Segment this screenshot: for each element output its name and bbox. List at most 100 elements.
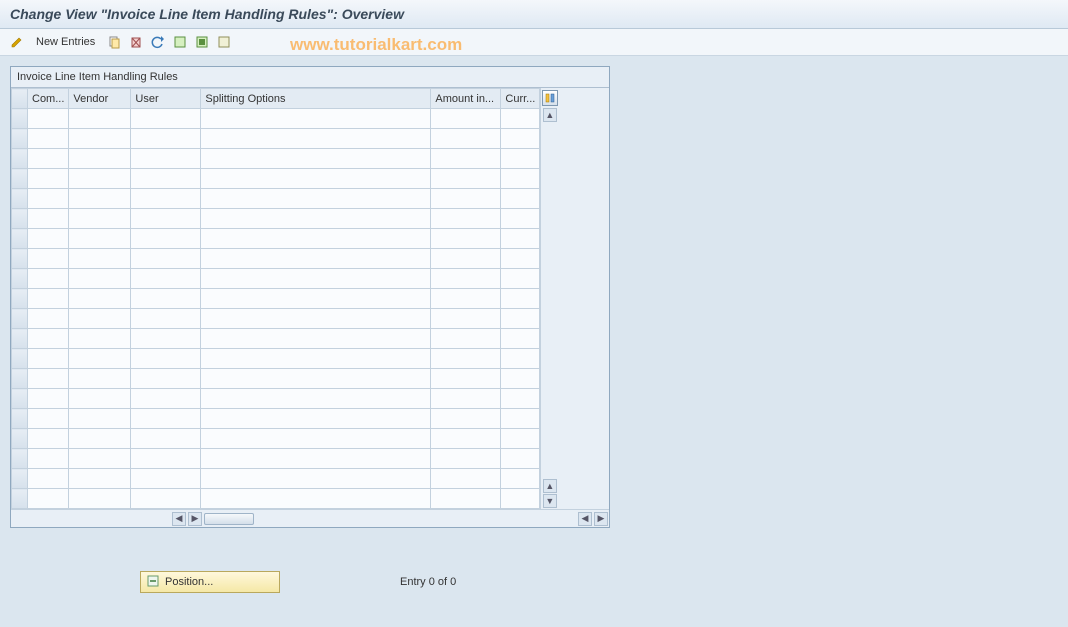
hscroll-last-icon[interactable]: ▶ <box>594 512 608 526</box>
table-row[interactable] <box>12 469 540 489</box>
table-row[interactable] <box>12 209 540 229</box>
hscroll-first-icon[interactable]: ◀ <box>172 512 186 526</box>
hscroll-thumb[interactable] <box>204 513 254 525</box>
cell-amount[interactable] <box>431 189 501 209</box>
cell-company[interactable] <box>28 269 69 289</box>
cell-currency[interactable] <box>501 369 540 389</box>
cell-splitting[interactable] <box>201 469 431 489</box>
cell-vendor[interactable] <box>69 169 131 189</box>
cell-user[interactable] <box>131 389 201 409</box>
table-row[interactable] <box>12 269 540 289</box>
cell-company[interactable] <box>28 169 69 189</box>
row-selector[interactable] <box>12 389 28 409</box>
table-row[interactable] <box>12 429 540 449</box>
cell-vendor[interactable] <box>69 369 131 389</box>
cell-user[interactable] <box>131 269 201 289</box>
row-selector[interactable] <box>12 449 28 469</box>
cell-vendor[interactable] <box>69 129 131 149</box>
cell-company[interactable] <box>28 409 69 429</box>
cell-splitting[interactable] <box>201 329 431 349</box>
cell-amount[interactable] <box>431 329 501 349</box>
scroll-up-icon[interactable]: ▲ <box>543 108 557 122</box>
cell-user[interactable] <box>131 129 201 149</box>
cell-currency[interactable] <box>501 169 540 189</box>
table-row[interactable] <box>12 389 540 409</box>
row-selector[interactable] <box>12 329 28 349</box>
cell-vendor[interactable] <box>69 449 131 469</box>
cell-currency[interactable] <box>501 189 540 209</box>
cell-splitting[interactable] <box>201 369 431 389</box>
cell-company[interactable] <box>28 129 69 149</box>
table-row[interactable] <box>12 229 540 249</box>
cell-splitting[interactable] <box>201 429 431 449</box>
cell-splitting[interactable] <box>201 209 431 229</box>
cell-amount[interactable] <box>431 449 501 469</box>
row-selector[interactable] <box>12 469 28 489</box>
cell-currency[interactable] <box>501 109 540 129</box>
cell-splitting[interactable] <box>201 269 431 289</box>
cell-company[interactable] <box>28 349 69 369</box>
cell-splitting[interactable] <box>201 449 431 469</box>
cell-vendor[interactable] <box>69 109 131 129</box>
cell-vendor[interactable] <box>69 469 131 489</box>
cell-user[interactable] <box>131 229 201 249</box>
cell-currency[interactable] <box>501 409 540 429</box>
deselect-all-icon[interactable] <box>215 33 233 51</box>
cell-user[interactable] <box>131 409 201 429</box>
cell-currency[interactable] <box>501 229 540 249</box>
cell-company[interactable] <box>28 229 69 249</box>
cell-amount[interactable] <box>431 429 501 449</box>
table-row[interactable] <box>12 189 540 209</box>
cell-company[interactable] <box>28 329 69 349</box>
col-splitting[interactable]: Splitting Options <box>201 89 431 109</box>
col-user[interactable]: User <box>131 89 201 109</box>
hscroll-prev-icon[interactable]: ▶ <box>188 512 202 526</box>
cell-amount[interactable] <box>431 309 501 329</box>
cell-splitting[interactable] <box>201 229 431 249</box>
position-button[interactable]: Position... <box>140 571 280 593</box>
col-company[interactable]: Com... <box>28 89 69 109</box>
cell-user[interactable] <box>131 169 201 189</box>
cell-company[interactable] <box>28 109 69 129</box>
row-selector[interactable] <box>12 149 28 169</box>
row-selector[interactable] <box>12 289 28 309</box>
cell-vendor[interactable] <box>69 389 131 409</box>
cell-company[interactable] <box>28 249 69 269</box>
table-row[interactable] <box>12 409 540 429</box>
row-selector[interactable] <box>12 269 28 289</box>
row-selector[interactable] <box>12 349 28 369</box>
table-row[interactable] <box>12 109 540 129</box>
cell-vendor[interactable] <box>69 189 131 209</box>
row-selector[interactable] <box>12 189 28 209</box>
cell-currency[interactable] <box>501 389 540 409</box>
cell-company[interactable] <box>28 189 69 209</box>
cell-company[interactable] <box>28 289 69 309</box>
cell-user[interactable] <box>131 489 201 509</box>
cell-currency[interactable] <box>501 429 540 449</box>
cell-amount[interactable] <box>431 349 501 369</box>
row-selector[interactable] <box>12 369 28 389</box>
table-row[interactable] <box>12 289 540 309</box>
cell-currency[interactable] <box>501 269 540 289</box>
cell-amount[interactable] <box>431 149 501 169</box>
row-selector[interactable] <box>12 129 28 149</box>
cell-vendor[interactable] <box>69 289 131 309</box>
cell-amount[interactable] <box>431 129 501 149</box>
table-row[interactable] <box>12 129 540 149</box>
table-row[interactable] <box>12 149 540 169</box>
cell-currency[interactable] <box>501 209 540 229</box>
scroll-down-icon[interactable]: ▼ <box>543 494 557 508</box>
cell-user[interactable] <box>131 309 201 329</box>
cell-company[interactable] <box>28 209 69 229</box>
cell-currency[interactable] <box>501 129 540 149</box>
cell-user[interactable] <box>131 469 201 489</box>
row-selector[interactable] <box>12 209 28 229</box>
cell-splitting[interactable] <box>201 409 431 429</box>
cell-vendor[interactable] <box>69 269 131 289</box>
cell-splitting[interactable] <box>201 129 431 149</box>
undo-icon[interactable] <box>149 33 167 51</box>
cell-company[interactable] <box>28 149 69 169</box>
cell-amount[interactable] <box>431 469 501 489</box>
row-selector[interactable] <box>12 229 28 249</box>
cell-currency[interactable] <box>501 249 540 269</box>
